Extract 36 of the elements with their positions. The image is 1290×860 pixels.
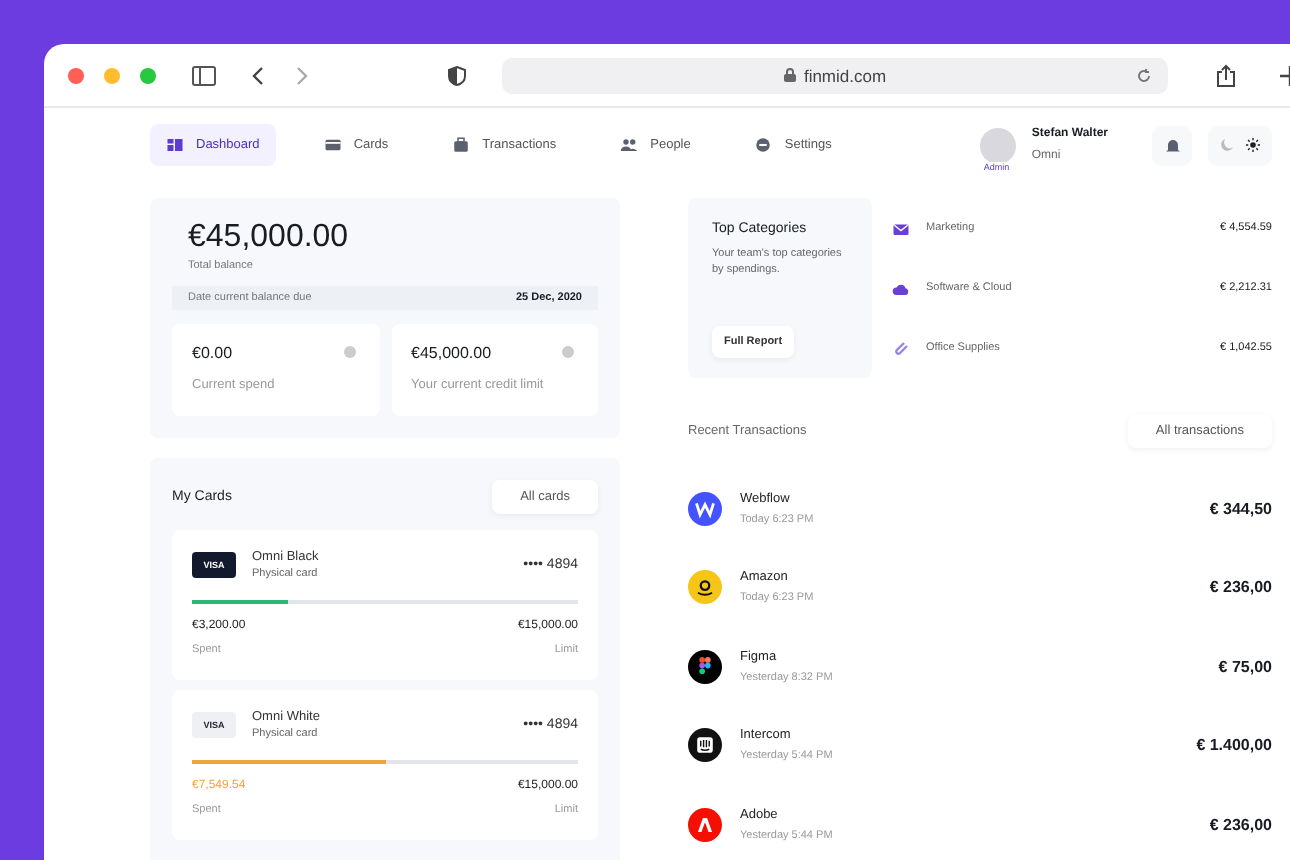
share-icon[interactable]: [1216, 63, 1236, 87]
cloud-icon: [892, 279, 910, 298]
merchant-logo-icon: [688, 570, 722, 605]
paperclip-icon: [892, 339, 910, 358]
forward-icon[interactable]: [296, 65, 308, 85]
zoom-dot-icon[interactable]: [140, 67, 156, 83]
dashboard-icon: [166, 136, 184, 154]
transaction-amount: € 344,50: [1209, 499, 1272, 518]
multicolor-logo-icon: [688, 649, 722, 684]
reload-icon[interactable]: [1136, 67, 1152, 83]
lock-icon: [783, 68, 796, 82]
envelope-icon: [892, 219, 910, 238]
card-icon: [323, 136, 342, 154]
transaction-amount: € 236,00: [1209, 578, 1272, 597]
merchant-logo-icon: [688, 807, 722, 842]
bag-icon: [452, 136, 471, 154]
minimize-dot-icon[interactable]: [104, 67, 120, 83]
stat-value: €0.00: [192, 344, 233, 362]
shield-icon[interactable]: [448, 65, 466, 85]
address-bar[interactable]: finmid.com: [502, 57, 1168, 93]
transaction-amount: € 1.400,00: [1196, 736, 1272, 755]
back-icon[interactable]: [252, 65, 264, 85]
settings-icon: [754, 136, 773, 154]
balance-amount: €45,000.00: [188, 220, 351, 256]
notification-button[interactable]: [1152, 125, 1192, 165]
people-icon: [620, 136, 639, 154]
transaction-amount: € 75,00: [1218, 657, 1272, 676]
merchant-logo-icon: [688, 491, 722, 526]
close-dot-icon[interactable]: [68, 67, 84, 83]
stat-value: €45,000.00: [411, 344, 492, 362]
bell-icon: [1165, 137, 1179, 153]
sidebar-icon[interactable]: [192, 65, 216, 85]
sun-button[interactable]: [1242, 134, 1264, 156]
avatar: [979, 127, 1016, 163]
transaction-amount: € 236,00: [1209, 815, 1272, 834]
merchant-logo-icon: [688, 728, 722, 763]
